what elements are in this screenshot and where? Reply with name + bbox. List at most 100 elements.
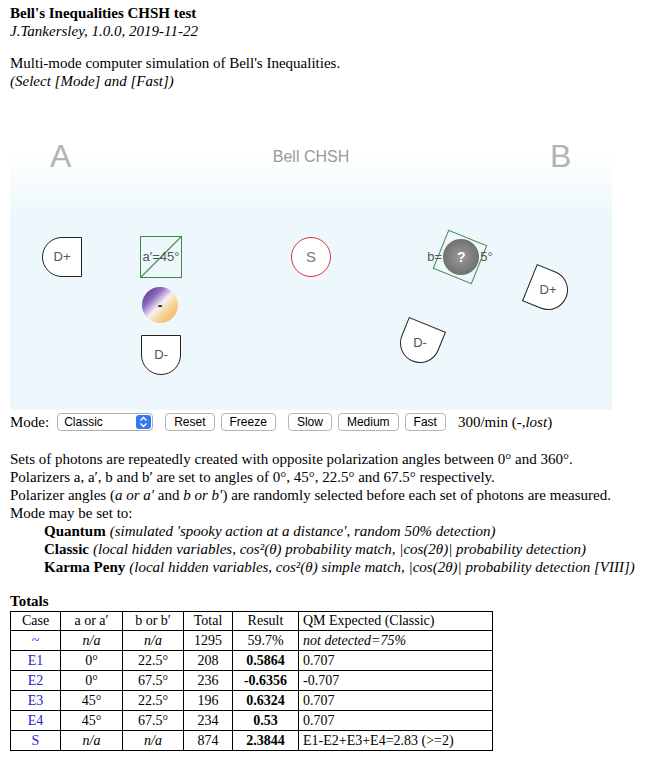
mode-name: Classic <box>44 541 89 557</box>
mode-detail: (local hidden variables, cos²(θ) simple … <box>129 559 635 575</box>
table-cell: 45° <box>61 691 123 711</box>
table-row: E10°22.5°2080.58640.707 <box>11 651 493 671</box>
description-segment: a or a′ <box>115 487 154 503</box>
table-header-row: Casea or a′b or b′TotalResultQM Expected… <box>11 612 493 631</box>
control-button[interactable]: Freeze <box>221 413 276 431</box>
control-button[interactable]: Slow <box>288 413 332 431</box>
control-button[interactable]: Reset <box>165 413 214 431</box>
table-cell: 208 <box>184 651 233 671</box>
column-header: QM Expected (Classic) <box>299 612 493 631</box>
description: Sets of photons are repeatedly created w… <box>10 450 660 576</box>
description-segment: and <box>154 487 183 503</box>
table-cell: 0° <box>61 671 123 691</box>
mode-item: Karma Peny(local hidden variables, cos²(… <box>10 558 660 576</box>
table-cell: 0.707 <box>299 691 493 711</box>
table-cell: 196 <box>184 691 233 711</box>
description-segment: Sets of photons are repeatedly created w… <box>10 451 573 467</box>
table-row: E345°22.5°1960.63240.707 <box>11 691 493 711</box>
table-cell: 0.5864 <box>233 651 299 671</box>
rate-note: lost <box>525 414 547 430</box>
description-line: Mode may be set to: <box>10 504 660 522</box>
mode-name: Karma Peny <box>44 559 125 575</box>
polarizer-b-label-start: b= <box>427 248 442 266</box>
side-b-label: B <box>550 138 571 174</box>
table-row: Sn/an/a8742.3844E1-E2+E3+E4=2.83 (>=2) <box>11 731 493 751</box>
detector-a-minus-label: D- <box>141 345 181 365</box>
table-cell: ~ <box>11 631 61 651</box>
rate-readout: 300/min (-,lost) <box>458 413 552 431</box>
table-cell: 22.5° <box>123 651 184 671</box>
source-node: S <box>291 237 331 277</box>
totals-title: Totals <box>10 592 660 610</box>
mode-label: Mode: <box>10 413 49 431</box>
table-cell: 22.5° <box>123 691 184 711</box>
description-segment: Polarizers a, a′, b and b′ are set to an… <box>10 469 495 485</box>
description-segment: Mode may be set to: <box>10 505 132 521</box>
table-cell: E1 <box>11 651 61 671</box>
table-cell: -0.6356 <box>233 671 299 691</box>
control-button[interactable]: Medium <box>338 413 399 431</box>
description-segment: Polarizer angles ( <box>10 487 115 503</box>
table-cell: E1-E2+E3+E4=2.83 (>=2) <box>299 731 493 751</box>
side-a-label: A <box>50 138 71 174</box>
table-cell: 0.6324 <box>233 691 299 711</box>
description-line: Sets of photons are repeatedly created w… <box>10 450 660 468</box>
mode-select[interactable]: Classic <box>57 413 153 431</box>
table-cell: 874 <box>184 731 233 751</box>
controls: Mode: Classic Reset Freeze Slow Medium Fast 300… <box>10 412 660 432</box>
author-line: J.Tankersley, 1.0.0, 2019-11-22 <box>10 22 660 40</box>
column-header: a or a′ <box>61 612 123 631</box>
mode-item: Classic(local hidden variables, cos²(θ) … <box>10 540 660 558</box>
table-cell: 0.707 <box>299 651 493 671</box>
intro: Multi-mode computer simulation of Bell's… <box>10 54 660 90</box>
mode-detail: (local hidden variables, cos²(θ) probabi… <box>93 541 586 557</box>
intro-line: Multi-mode computer simulation of Bell's… <box>10 54 660 72</box>
canvas-title: Bell CHSH <box>231 148 391 166</box>
description-segment: ) are randomly selected before each set … <box>222 487 611 503</box>
table-cell: n/a <box>123 631 184 651</box>
table-cell: 59.7% <box>233 631 299 651</box>
table-cell: 236 <box>184 671 233 691</box>
table-row: ~n/an/a129559.7%not detected=75% <box>11 631 493 651</box>
page: Bell's Inequalities CHSH testJ.Tankersle… <box>0 0 670 751</box>
table-cell: 0.53 <box>233 711 299 731</box>
table-cell: 0° <box>61 651 123 671</box>
description-line: Polarizer angles (a or a′ and b or b′) a… <box>10 486 660 504</box>
table-cell: n/a <box>123 731 184 751</box>
table-cell: -0.707 <box>299 671 493 691</box>
table-cell: n/a <box>61 631 123 651</box>
mode-name: Quantum <box>44 523 106 539</box>
column-header: Total <box>184 612 233 631</box>
mode-detail: (simulated 'spooky action at a distance'… <box>110 523 496 539</box>
rate-end: ) <box>547 414 552 430</box>
table-cell: 2.3844 <box>233 731 299 751</box>
polarizer-b-label: b=?5° <box>410 239 510 275</box>
table-cell: 0.707 <box>299 711 493 731</box>
table-cell: 1295 <box>184 631 233 651</box>
mode-item: Quantum(simulated 'spooky action at a di… <box>10 522 660 540</box>
simulation-canvas: ABell CHSHBD+a′=45°-D-Sb=?5°D+D- <box>10 110 612 410</box>
description-segment: b or b′ <box>183 487 222 503</box>
photon-a: - <box>142 287 178 323</box>
control-button[interactable]: Fast <box>405 413 446 431</box>
column-header: Result <box>233 612 299 631</box>
description-line: Polarizers a, a′, b and b′ are set to an… <box>10 468 660 486</box>
table-cell: S <box>11 731 61 751</box>
detector-b-minus-label: D- <box>400 333 440 353</box>
table-cell: E3 <box>11 691 61 711</box>
table-cell: 67.5° <box>123 711 184 731</box>
column-header: Case <box>11 612 61 631</box>
table-cell: not detected=75% <box>299 631 493 651</box>
polarizer-a-label: a′=45° <box>126 248 196 266</box>
rate-value: 300/min (-, <box>458 414 526 430</box>
intro-line: (Select [Mode] and [Fast]) <box>10 72 660 90</box>
table-cell: 234 <box>184 711 233 731</box>
polarizer-b-label-end: 5° <box>480 248 492 266</box>
page-title: Bell's Inequalities CHSH test <box>10 4 660 22</box>
column-header: b or b′ <box>123 612 184 631</box>
table-cell: 45° <box>61 711 123 731</box>
mode-value: Classic <box>58 414 136 430</box>
detector-a-plus-label: D+ <box>42 247 82 267</box>
table-cell: E4 <box>11 711 61 731</box>
photon-b: ? <box>443 239 479 275</box>
